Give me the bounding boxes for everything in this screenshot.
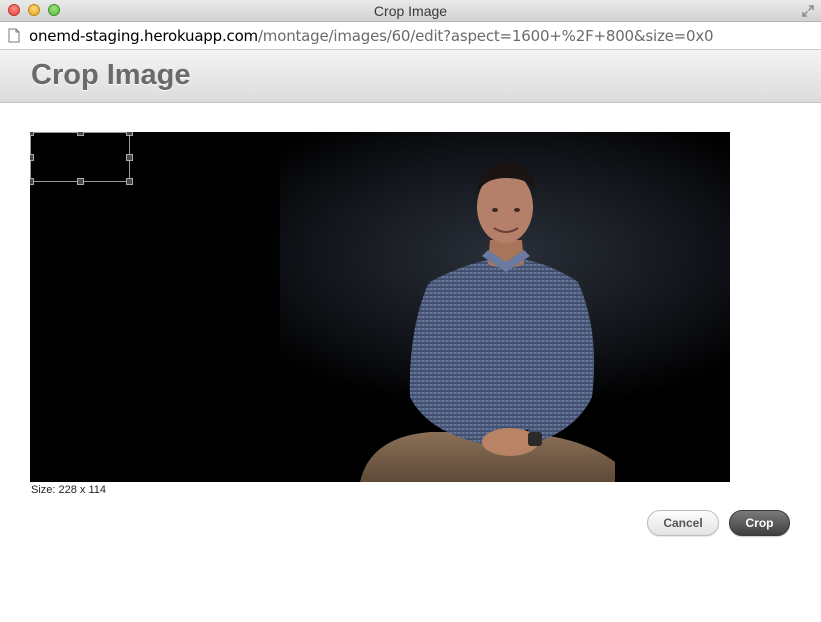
crop-handle-bottom[interactable]: [77, 178, 84, 185]
page-header: Crop Image: [0, 50, 821, 103]
page-document-icon: [8, 28, 20, 43]
portrait-photo: [30, 132, 730, 482]
crop-handle-right[interactable]: [126, 154, 133, 161]
crop-size-label: Size: 228 x 114: [31, 484, 107, 496]
window-title-bar: Crop Image: [0, 0, 821, 22]
window-title: Crop Image: [373, 3, 448, 19]
url-path: /montage/images/60/edit?aspect=1600+%2F+…: [257, 27, 714, 45]
crop-handle-left[interactable]: [30, 154, 34, 161]
crop-handle-bottom-left[interactable]: [30, 178, 34, 185]
page-title: Crop Image: [31, 59, 191, 91]
address-bar[interactable]: onemd-staging.herokuapp.com/montage/imag…: [0, 22, 821, 50]
crop-image-canvas[interactable]: [30, 132, 730, 482]
crop-button[interactable]: Crop: [729, 510, 790, 536]
crop-handle-top-right[interactable]: [126, 132, 133, 136]
fullscreen-icon[interactable]: [801, 4, 815, 18]
crop-handle-top[interactable]: [77, 132, 84, 136]
crop-selection-box[interactable]: [30, 132, 130, 182]
crop-handle-top-left[interactable]: [30, 132, 34, 136]
url-text[interactable]: onemd-staging.herokuapp.com/montage/imag…: [29, 27, 714, 45]
crop-handle-bottom-right[interactable]: [126, 178, 133, 185]
cancel-button[interactable]: Cancel: [647, 510, 719, 536]
url-host: onemd-staging.herokuapp.com: [29, 27, 258, 45]
